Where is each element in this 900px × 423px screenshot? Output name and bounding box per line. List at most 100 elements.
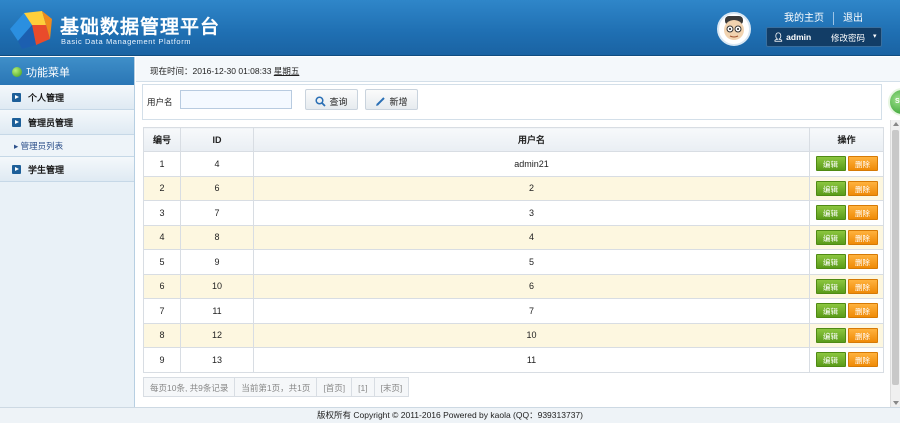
add-button[interactable]: 新增: [365, 89, 418, 110]
cell-actions: 编辑 删除: [809, 322, 884, 348]
table-row: 3 7 3 编辑 删除: [143, 200, 884, 226]
main-content: 现在时间：2016-12-30 01:08:33 星期五 用户名 查询 新增 编…: [136, 57, 900, 407]
delete-button[interactable]: 删除: [847, 156, 878, 172]
change-password-link[interactable]: 修改密码: [831, 32, 865, 44]
cell-id: 9: [180, 249, 254, 275]
vertical-scrollbar[interactable]: [890, 120, 900, 407]
table-row: 5 9 5 编辑 删除: [143, 249, 884, 275]
cell-id: 12: [180, 322, 254, 348]
edit-button[interactable]: 编辑: [815, 254, 846, 270]
app-subtitle: Basic Data Management Platform: [61, 37, 192, 46]
avatar-face-icon: [724, 16, 744, 40]
column-header: 编号: [143, 127, 181, 152]
time-bar: 现在时间：2016-12-30 01:08:33 星期五: [136, 57, 900, 82]
cell-username: 2: [253, 175, 810, 201]
pencil-icon: [376, 97, 386, 106]
table-row: 1 4 admin21 编辑 删除: [143, 151, 884, 177]
search-panel: 用户名 查询 新增: [142, 84, 882, 120]
cell-actions: 编辑 删除: [809, 249, 884, 275]
table-row: 4 8 4 编辑 删除: [143, 224, 884, 250]
app-title: 基础数据管理平台: [60, 17, 221, 38]
edit-button[interactable]: 编辑: [815, 156, 846, 172]
table-header-row: 编号 ID 用户名 操作: [143, 127, 884, 152]
cell-username: 6: [253, 273, 810, 299]
sidebar-item-student[interactable]: 学生管理: [0, 157, 134, 182]
cell-no: 8: [143, 322, 181, 348]
cell-username: 4: [253, 224, 810, 250]
scrollbar-thumb[interactable]: [892, 130, 899, 385]
column-header: 用户名: [253, 127, 810, 152]
pager-first-link[interactable]: [首页]: [316, 377, 353, 397]
cell-no: 9: [143, 347, 181, 373]
cell-no: 6: [143, 273, 181, 299]
cell-actions: 编辑 删除: [809, 298, 884, 324]
pager-last-link[interactable]: [末页]: [373, 377, 410, 397]
delete-button[interactable]: 删除: [847, 327, 878, 343]
edit-button[interactable]: 编辑: [815, 205, 846, 221]
delete-button[interactable]: 删除: [847, 352, 878, 368]
table-row: 6 10 6 编辑 删除: [143, 273, 884, 299]
pager: 每页10条, 共9条记录 当前第1页，共1页 [首页] [1] [末页]: [143, 377, 410, 397]
username-search-input[interactable]: [180, 90, 292, 109]
delete-button[interactable]: 删除: [847, 180, 878, 196]
cell-username: admin21: [253, 151, 810, 177]
delete-button[interactable]: 删除: [847, 229, 878, 245]
weekday: 星期五: [273, 66, 300, 76]
logout-link[interactable]: 退出: [843, 13, 863, 24]
table-row: 2 6 2 编辑 删除: [143, 175, 884, 201]
play-square-icon: [12, 118, 21, 127]
username-text: admin: [786, 32, 812, 42]
table-row: 8 12 10 编辑 删除: [143, 322, 884, 348]
sidebar-item-label: 管理员管理: [28, 118, 74, 128]
column-header: ID: [180, 127, 254, 152]
scroll-down-arrow-icon[interactable]: [893, 401, 899, 405]
table-row: 9 13 11 编辑 删除: [143, 347, 884, 373]
cell-username: 7: [253, 298, 810, 324]
cell-id: 8: [180, 224, 254, 250]
pager-summary: 每页10条, 共9条记录: [143, 377, 236, 397]
pager-current: 当前第1页，共1页: [234, 377, 318, 397]
pager-page-link[interactable]: [1]: [351, 377, 375, 397]
chevron-down-icon[interactable]: ▾: [873, 32, 877, 40]
delete-button[interactable]: 删除: [847, 205, 878, 221]
cell-username: 5: [253, 249, 810, 275]
edit-button[interactable]: 编辑: [815, 352, 846, 368]
table-row: 7 11 7 编辑 删除: [143, 298, 884, 324]
home-link[interactable]: 我的主页: [784, 13, 824, 24]
sidebar-item-label: 学生管理: [28, 165, 65, 175]
user-dropdown[interactable]: 👤︎ admin 修改密码 ▾: [766, 27, 882, 47]
column-header: 操作: [809, 127, 884, 152]
cell-actions: 编辑 删除: [809, 151, 884, 177]
current-time: 现在时间：2016-12-30 01:08:33: [150, 66, 272, 76]
delete-button[interactable]: 删除: [847, 303, 878, 319]
delete-button[interactable]: 删除: [847, 254, 878, 270]
edit-button[interactable]: 编辑: [815, 327, 846, 343]
cell-no: 1: [143, 151, 181, 177]
cell-actions: 编辑 删除: [809, 273, 884, 299]
cell-actions: 编辑 删除: [809, 224, 884, 250]
edit-button[interactable]: 编辑: [815, 278, 846, 294]
menu-title: 功能菜单: [26, 67, 70, 79]
add-button-label: 新增: [389, 97, 408, 107]
sidebar-item-admin[interactable]: 管理员管理: [0, 110, 134, 135]
cell-no: 5: [143, 249, 181, 275]
cell-id: 13: [180, 347, 254, 373]
username-label: 👤︎ admin: [773, 32, 811, 43]
edit-button[interactable]: 编辑: [815, 303, 846, 319]
edit-button[interactable]: 编辑: [815, 180, 846, 196]
app-header: 基础数据管理平台 Basic Data Management Platform …: [0, 0, 900, 56]
search-icon: [315, 96, 327, 107]
scroll-up-arrow-icon[interactable]: [893, 122, 899, 126]
cell-no: 3: [143, 200, 181, 226]
top-links: 我的主页 退出: [784, 9, 863, 25]
sidebar-subitem-admin-list[interactable]: ▸ 管理员列表: [0, 135, 134, 157]
delete-button[interactable]: 删除: [847, 278, 878, 294]
edit-button[interactable]: 编辑: [815, 229, 846, 245]
bullet-arrow-icon: ▸: [14, 141, 19, 151]
cell-no: 7: [143, 298, 181, 324]
query-button[interactable]: 查询: [305, 89, 358, 110]
sidebar-item-personal[interactable]: 个人管理: [0, 85, 134, 110]
user-avatar[interactable]: [717, 12, 751, 46]
play-square-icon: [12, 165, 21, 174]
sidebar: 功能菜单 个人管理 管理员管理 ▸ 管理员列表 学生管理: [0, 57, 135, 407]
